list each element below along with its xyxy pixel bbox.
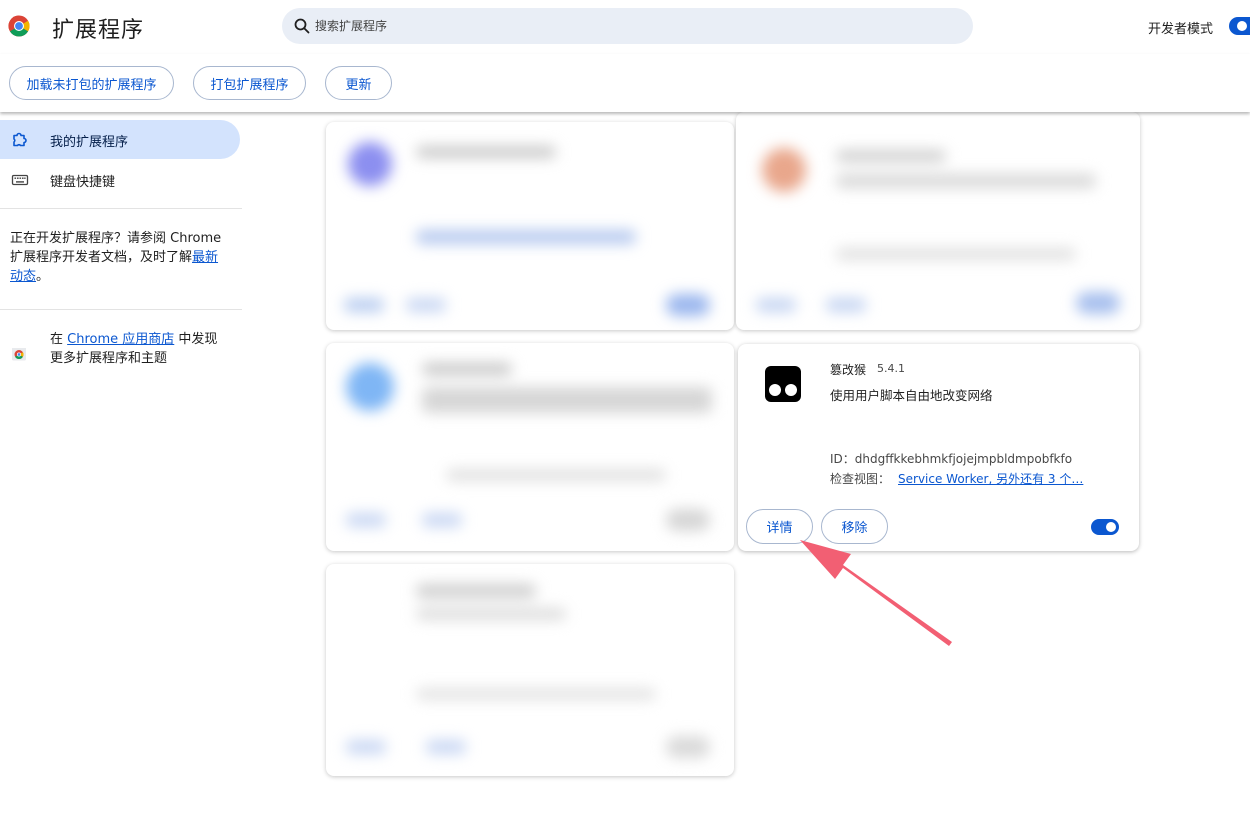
dev-docs-text: 正在开发扩展程序？请参阅 Chrome 扩展程序开发者文档，及时了解最新动态。 (10, 229, 230, 286)
extension-card-blurred (326, 564, 734, 776)
extension-name: 篡改猴 (830, 363, 867, 377)
search-box[interactable] (282, 8, 973, 44)
extension-enable-toggle[interactable] (1091, 519, 1119, 535)
extension-description: 使用用户脚本自由地改变网络 (830, 388, 993, 403)
sidebar-item-label: 我的扩展程序 (50, 135, 129, 150)
chrome-logo-icon (8, 15, 30, 37)
extension-card-blurred (736, 112, 1140, 330)
update-button[interactable]: 更新 (325, 66, 392, 100)
extension-card-blurred (326, 343, 734, 551)
dev-docs-prefix: 正在开发扩展程序？请参阅 Chrome 扩展程序开发者文档，及时了解 (10, 231, 222, 265)
extension-card-blurred (326, 122, 734, 330)
chrome-web-store-icon (12, 348, 26, 361)
sidebar: 我的扩展程序 键盘快捷键 正在开发扩展程序？请参阅 Chrome 扩展程序开发者… (0, 112, 244, 820)
extension-version: 5.4.1 (877, 362, 905, 375)
header: 扩展程序 开发者模式 (0, 0, 1250, 54)
sidebar-item-keyboard-shortcuts[interactable]: 键盘快捷键 (0, 160, 240, 199)
tampermonkey-icon (765, 366, 801, 402)
details-button[interactable]: 详情 (746, 509, 813, 544)
extension-card-tampermonkey: 篡改猴 5.4.1 使用用户脚本自由地改变网络 ID：dhdgffkkebhmk… (738, 344, 1139, 551)
sidebar-divider (0, 208, 242, 209)
developer-mode-label: 开发者模式 (1148, 22, 1214, 37)
chrome-web-store-link[interactable]: Chrome 应用商店 (67, 332, 174, 347)
extension-id-label: ID： (830, 452, 855, 466)
sidebar-item-my-extensions[interactable]: 我的扩展程序 (0, 120, 240, 159)
remove-button[interactable]: 移除 (821, 509, 888, 544)
inspect-views-label: 检查视图： (830, 472, 891, 486)
keyboard-icon (11, 174, 29, 186)
search-icon (294, 18, 310, 34)
pack-extension-button[interactable]: 打包扩展程序 (193, 66, 306, 100)
extension-id-value: dhdgffkkebhmkfjojejmpbldmpobfkfo (854, 452, 1073, 466)
store-prefix: 在 (50, 332, 68, 347)
sidebar-divider (0, 309, 242, 310)
dev-docs-suffix: 。 (36, 269, 50, 284)
search-input[interactable] (315, 19, 915, 33)
page-title: 扩展程序 (52, 18, 145, 43)
extension-id: ID：dhdgffkkebhmkfjojejmpbldmpobfkfo (830, 450, 1072, 467)
developer-mode-toggle[interactable] (1229, 17, 1250, 35)
extension-icon (13, 132, 27, 147)
web-store-text: 在 Chrome 应用商店 中发现更多扩展程序和主题 (50, 330, 230, 368)
inspect-views: 检查视图： Service Worker, 另外还有 3 个… (830, 470, 1083, 487)
toolbar: 加载未打包的扩展程序 打包扩展程序 更新 (0, 54, 1250, 112)
service-worker-link[interactable]: Service Worker, 另外还有 3 个… (898, 472, 1083, 486)
sidebar-item-label: 键盘快捷键 (50, 175, 116, 190)
load-unpacked-button[interactable]: 加载未打包的扩展程序 (9, 66, 174, 100)
